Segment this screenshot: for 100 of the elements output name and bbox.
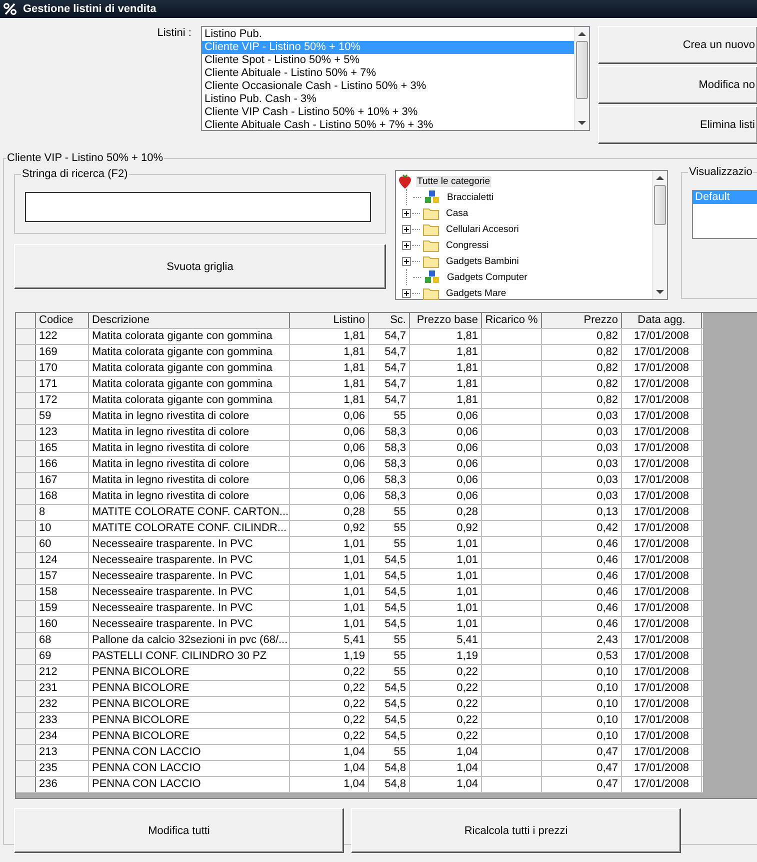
- table-cell: 158: [39, 586, 58, 598]
- clear-grid-button[interactable]: Svuota griglia: [14, 244, 386, 289]
- list-item[interactable]: Cliente Abituale - Listino 50% + 7%: [202, 67, 574, 80]
- row-selector[interactable]: [16, 489, 36, 504]
- table-cell: 1,81: [456, 346, 478, 358]
- table-cell: 1,04: [344, 762, 365, 774]
- row-selector[interactable]: [16, 473, 36, 488]
- row-selector[interactable]: [16, 537, 36, 552]
- list-item[interactable]: Cliente Occasionale Cash - Listino 50% + 3%: [202, 80, 574, 93]
- view-title: Visualizzazio: [688, 166, 754, 178]
- row-selector[interactable]: [16, 457, 36, 472]
- folder-icon: [423, 238, 439, 252]
- row-selector[interactable]: [16, 505, 36, 520]
- percent-icon: [3, 3, 17, 15]
- scrollbar[interactable]: [652, 171, 667, 299]
- expand-icon[interactable]: [402, 288, 411, 298]
- row-selector[interactable]: [16, 345, 36, 360]
- row-selector[interactable]: [16, 553, 36, 568]
- scrollbar[interactable]: [574, 27, 590, 130]
- table-cell: 0,06: [456, 442, 478, 454]
- table-cell: 0,82: [596, 378, 618, 390]
- column-header[interactable]: Codice: [36, 313, 89, 328]
- table-cell: 17/01/2008: [634, 426, 690, 438]
- table-cell: Pallone da calcio 32sezioni in pvc (68/...: [92, 634, 288, 646]
- table-cell: 1,01: [456, 554, 478, 566]
- row-selector[interactable]: [16, 393, 36, 408]
- column-header[interactable]: Listino: [290, 313, 369, 328]
- table-cell: 124: [39, 554, 58, 566]
- side-button[interactable]: Modifica no: [598, 66, 757, 104]
- table-cell: 17/01/2008: [634, 602, 690, 614]
- row-selector[interactable]: [16, 729, 36, 744]
- table-cell: 165: [39, 442, 58, 454]
- row-selector[interactable]: [16, 585, 36, 600]
- column-header[interactable]: Sc.: [369, 313, 410, 328]
- row-selector[interactable]: [16, 569, 36, 584]
- column-header[interactable]: Prezzo base: [410, 313, 482, 328]
- side-button[interactable]: Elimina listi: [598, 106, 757, 144]
- table-cell: 213: [39, 746, 58, 758]
- table-cell: 54,8: [384, 762, 406, 774]
- table-cell: 0,06: [456, 458, 478, 470]
- column-header[interactable]: Descrizione: [89, 313, 290, 328]
- expand-icon[interactable]: [402, 240, 411, 250]
- action-button[interactable]: Modifica tutti: [14, 808, 344, 853]
- row-selector[interactable]: [16, 633, 36, 648]
- row-selector[interactable]: [16, 761, 36, 776]
- table-cell: 8: [39, 506, 46, 518]
- list-item[interactable]: Cliente VIP Cash - Listino 50% + 10% + 3%: [202, 106, 574, 119]
- expand-icon[interactable]: [402, 256, 411, 266]
- tree-item[interactable]: Gadgets Mare: [445, 288, 508, 298]
- row-selector[interactable]: [16, 665, 36, 680]
- row-selector[interactable]: [16, 777, 36, 792]
- row-selector[interactable]: [16, 361, 36, 376]
- listini-label: Listini :: [156, 26, 192, 39]
- table-cell: 17/01/2008: [634, 650, 690, 662]
- table-cell: Matita in legno rivestita di colore: [92, 410, 250, 422]
- column-header[interactable]: Prezzo: [542, 313, 622, 328]
- row-selector[interactable]: [16, 617, 36, 632]
- table-cell: 1,04: [456, 746, 478, 758]
- row-selector[interactable]: [16, 377, 36, 392]
- column-header[interactable]: Data agg.: [622, 313, 702, 328]
- table-cell: 0,22: [456, 682, 478, 694]
- row-selector[interactable]: [16, 745, 36, 760]
- row-selector[interactable]: [16, 697, 36, 712]
- row-selector[interactable]: [16, 409, 36, 424]
- row-selector[interactable]: [16, 681, 36, 696]
- row-selector[interactable]: [16, 713, 36, 728]
- table-cell: 0,92: [456, 522, 478, 534]
- table-cell: 1,01: [456, 586, 478, 598]
- row-selector[interactable]: [16, 521, 36, 536]
- action-button[interactable]: Ricalcola tutti i prezzi: [351, 808, 681, 853]
- search-field[interactable]: [25, 192, 371, 222]
- tree-item[interactable]: Braccialetti: [446, 192, 494, 202]
- table-cell: 0,06: [456, 410, 478, 422]
- table-cell: 0,06: [344, 458, 365, 470]
- list-item[interactable]: Cliente Abituale Cash - Listino 50% + 7% + 3%: [202, 119, 574, 132]
- expand-icon[interactable]: [402, 224, 411, 234]
- tree-item[interactable]: Tutte le categorie: [416, 176, 492, 186]
- row-selector[interactable]: [16, 425, 36, 440]
- row-selector[interactable]: [16, 441, 36, 456]
- table-cell: 0,47: [596, 762, 618, 774]
- tree-item[interactable]: Cellulari Accesori: [445, 224, 520, 234]
- listini-listbox[interactable]: [201, 26, 590, 131]
- side-button[interactable]: Crea un nuovo: [598, 26, 757, 64]
- table-cell: 234: [39, 730, 58, 742]
- tree-item[interactable]: Casa: [445, 208, 470, 218]
- table-cell: 0,03: [596, 442, 618, 454]
- tree-item[interactable]: Gadgets Bambini: [445, 256, 520, 266]
- row-selector[interactable]: [16, 649, 36, 664]
- row-selector[interactable]: [16, 329, 36, 344]
- table-cell: 1,01: [344, 602, 365, 614]
- table-cell: PASTELLI CONF. CILINDRO 30 PZ: [92, 650, 267, 662]
- tree-item[interactable]: Congressi: [445, 240, 490, 250]
- list-item[interactable]: Cliente Spot - Listino 50% + 5%: [202, 54, 574, 67]
- list-item[interactable]: Listino Pub. Cash - 3%: [202, 93, 574, 106]
- column-header[interactable]: Ricarico %: [482, 313, 542, 328]
- table-cell: 1,04: [344, 746, 365, 758]
- tree-item[interactable]: Gadgets Computer: [446, 272, 528, 282]
- row-selector[interactable]: [16, 601, 36, 616]
- list-item[interactable]: Listino Pub.: [202, 28, 574, 41]
- expand-icon[interactable]: [402, 208, 411, 218]
